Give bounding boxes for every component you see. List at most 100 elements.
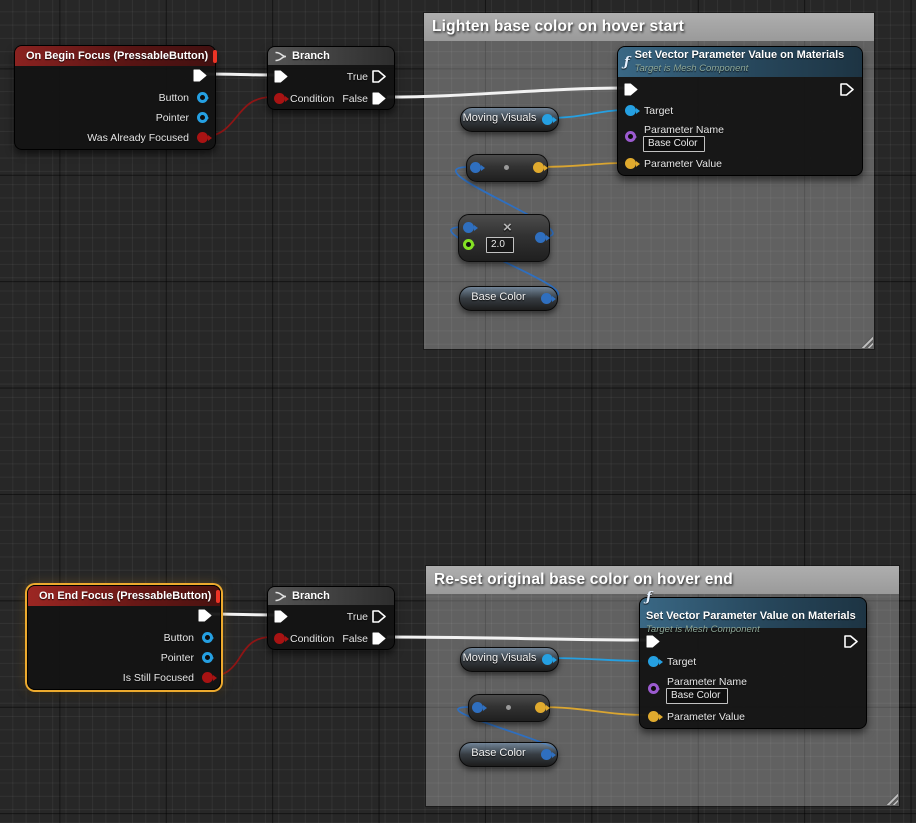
variable-name: Base Color xyxy=(460,747,537,759)
exec-in-pin[interactable] xyxy=(274,70,288,83)
exec-in-pin[interactable] xyxy=(624,83,638,96)
false-exec-pin[interactable] xyxy=(372,92,386,105)
pin-label: Pointer xyxy=(156,112,189,124)
pin-label: Target xyxy=(644,105,673,117)
exec-out-pin[interactable] xyxy=(193,69,207,82)
variable-name: Moving Visuals xyxy=(461,652,538,664)
output-pin[interactable] xyxy=(542,654,553,665)
getter-base-color-top[interactable]: Base Color xyxy=(459,286,558,311)
conversion-dot-icon xyxy=(504,165,509,170)
pointer-pin[interactable] xyxy=(197,112,208,123)
pin-label: False xyxy=(342,633,368,645)
output-pin[interactable] xyxy=(542,114,553,125)
conversion-node-bottom[interactable] xyxy=(468,694,550,722)
getter-moving-visuals-bottom[interactable]: Moving Visuals xyxy=(460,647,559,672)
output-pin[interactable] xyxy=(541,749,552,760)
node-title: Set Vector Parameter Value on Materials xyxy=(635,49,845,63)
parameter-value-pin[interactable] xyxy=(648,711,659,722)
input-b-pin[interactable] xyxy=(463,239,474,250)
node-title: Branch xyxy=(292,590,330,602)
pin-label: Button xyxy=(164,632,194,644)
exec-out-pin[interactable] xyxy=(198,609,212,622)
pin-label: Is Still Focused xyxy=(123,672,194,684)
exec-out-pin[interactable] xyxy=(844,635,858,648)
is-still-focused-pin[interactable] xyxy=(202,672,213,683)
exec-in-pin[interactable] xyxy=(274,610,288,623)
button-pin[interactable] xyxy=(202,632,213,643)
getter-moving-visuals-top[interactable]: Moving Visuals xyxy=(460,107,559,132)
true-exec-pin[interactable] xyxy=(372,610,386,623)
output-pin[interactable] xyxy=(533,162,544,173)
output-pin[interactable] xyxy=(535,702,546,713)
pin-label: Was Already Focused xyxy=(87,132,189,144)
exec-in-pin[interactable] xyxy=(646,635,660,648)
variable-name: Base Color xyxy=(460,291,537,303)
output-pin[interactable] xyxy=(535,232,546,243)
pin-label: False xyxy=(342,93,368,105)
pin-label: Target xyxy=(667,656,696,668)
node-title: Branch xyxy=(292,50,330,62)
variable-name: Moving Visuals xyxy=(461,112,538,124)
node-branch-bottom[interactable]: Branch Condition True False xyxy=(267,586,395,650)
condition-pin[interactable] xyxy=(274,93,285,104)
pin-label: Parameter Name xyxy=(644,124,724,136)
getter-base-color-bottom[interactable]: Base Color xyxy=(459,742,558,767)
exec-out-pin[interactable] xyxy=(840,83,854,96)
target-pin[interactable] xyxy=(648,656,659,667)
multiply-value-input[interactable] xyxy=(486,237,514,253)
pin-label: True xyxy=(347,611,368,623)
pin-label: Condition xyxy=(290,93,334,105)
output-pin[interactable] xyxy=(541,293,552,304)
input-pin[interactable] xyxy=(470,162,481,173)
branch-icon xyxy=(274,591,287,602)
true-exec-pin[interactable] xyxy=(372,70,386,83)
node-on-begin-focus[interactable]: On Begin Focus (PressableButton) Button … xyxy=(14,45,216,150)
input-a-pin[interactable] xyxy=(463,222,474,233)
node-set-vector-parameter-top[interactable]: ƒ Set Vector Parameter Value on Material… xyxy=(617,46,863,176)
blueprint-graph-canvas[interactable]: Lighten base color on hover start Re-set… xyxy=(0,0,916,823)
multiply-operator-icon: × xyxy=(503,219,512,236)
button-pin[interactable] xyxy=(197,92,208,103)
pin-label: Pointer xyxy=(161,652,194,664)
conversion-dot-icon xyxy=(506,705,511,710)
parameter-name-pin[interactable] xyxy=(625,131,636,142)
node-titlebar[interactable]: ƒ Set Vector Parameter Value on Material… xyxy=(640,598,866,628)
function-icon: ƒ xyxy=(624,55,630,70)
multiply-node[interactable]: × xyxy=(458,214,550,262)
target-pin[interactable] xyxy=(625,105,636,116)
node-title: On Begin Focus (PressableButton) xyxy=(26,50,208,62)
pin-label: Parameter Value xyxy=(667,711,745,723)
pin-label: Condition xyxy=(290,633,334,645)
conversion-node-top[interactable] xyxy=(466,154,548,182)
pointer-pin[interactable] xyxy=(202,652,213,663)
node-branch-top[interactable]: Branch Condition True False xyxy=(267,46,395,110)
parameter-name-input[interactable] xyxy=(643,136,705,152)
event-stop-icon xyxy=(213,50,217,63)
node-subtitle: Target is Mesh Component xyxy=(635,63,845,75)
node-set-vector-parameter-bottom[interactable]: ƒ Set Vector Parameter Value on Material… xyxy=(639,597,867,729)
parameter-name-input[interactable] xyxy=(666,688,728,704)
wire-false-to-setvector-exec xyxy=(387,88,625,97)
input-pin[interactable] xyxy=(472,702,483,713)
pin-label: Parameter Value xyxy=(644,158,722,170)
parameter-name-pin[interactable] xyxy=(648,683,659,694)
wire-false-to-setvector-exec-2 xyxy=(387,637,646,640)
wire-movingvisuals-to-target-2 xyxy=(546,658,648,661)
wire-conversion-to-paramvalue xyxy=(538,163,624,167)
event-stop-icon xyxy=(216,590,220,603)
false-exec-pin[interactable] xyxy=(372,632,386,645)
branch-icon xyxy=(274,51,287,62)
pin-label: True xyxy=(347,71,368,83)
node-titlebar[interactable]: On Begin Focus (PressableButton) xyxy=(15,46,215,66)
node-titlebar[interactable]: Branch xyxy=(268,47,394,65)
node-on-end-focus[interactable]: On End Focus (PressableButton) Button Po… xyxy=(27,585,221,690)
node-subtitle: Target is Mesh Component xyxy=(646,624,856,636)
node-titlebar[interactable]: Branch xyxy=(268,587,394,605)
condition-pin[interactable] xyxy=(274,633,285,644)
node-titlebar[interactable]: ƒ Set Vector Parameter Value on Material… xyxy=(618,47,862,77)
node-titlebar[interactable]: On End Focus (PressableButton) xyxy=(28,586,220,606)
parameter-value-pin[interactable] xyxy=(625,158,636,169)
function-icon: ƒ xyxy=(646,590,652,605)
pin-label: Button xyxy=(159,92,189,104)
was-already-focused-pin[interactable] xyxy=(197,132,208,143)
